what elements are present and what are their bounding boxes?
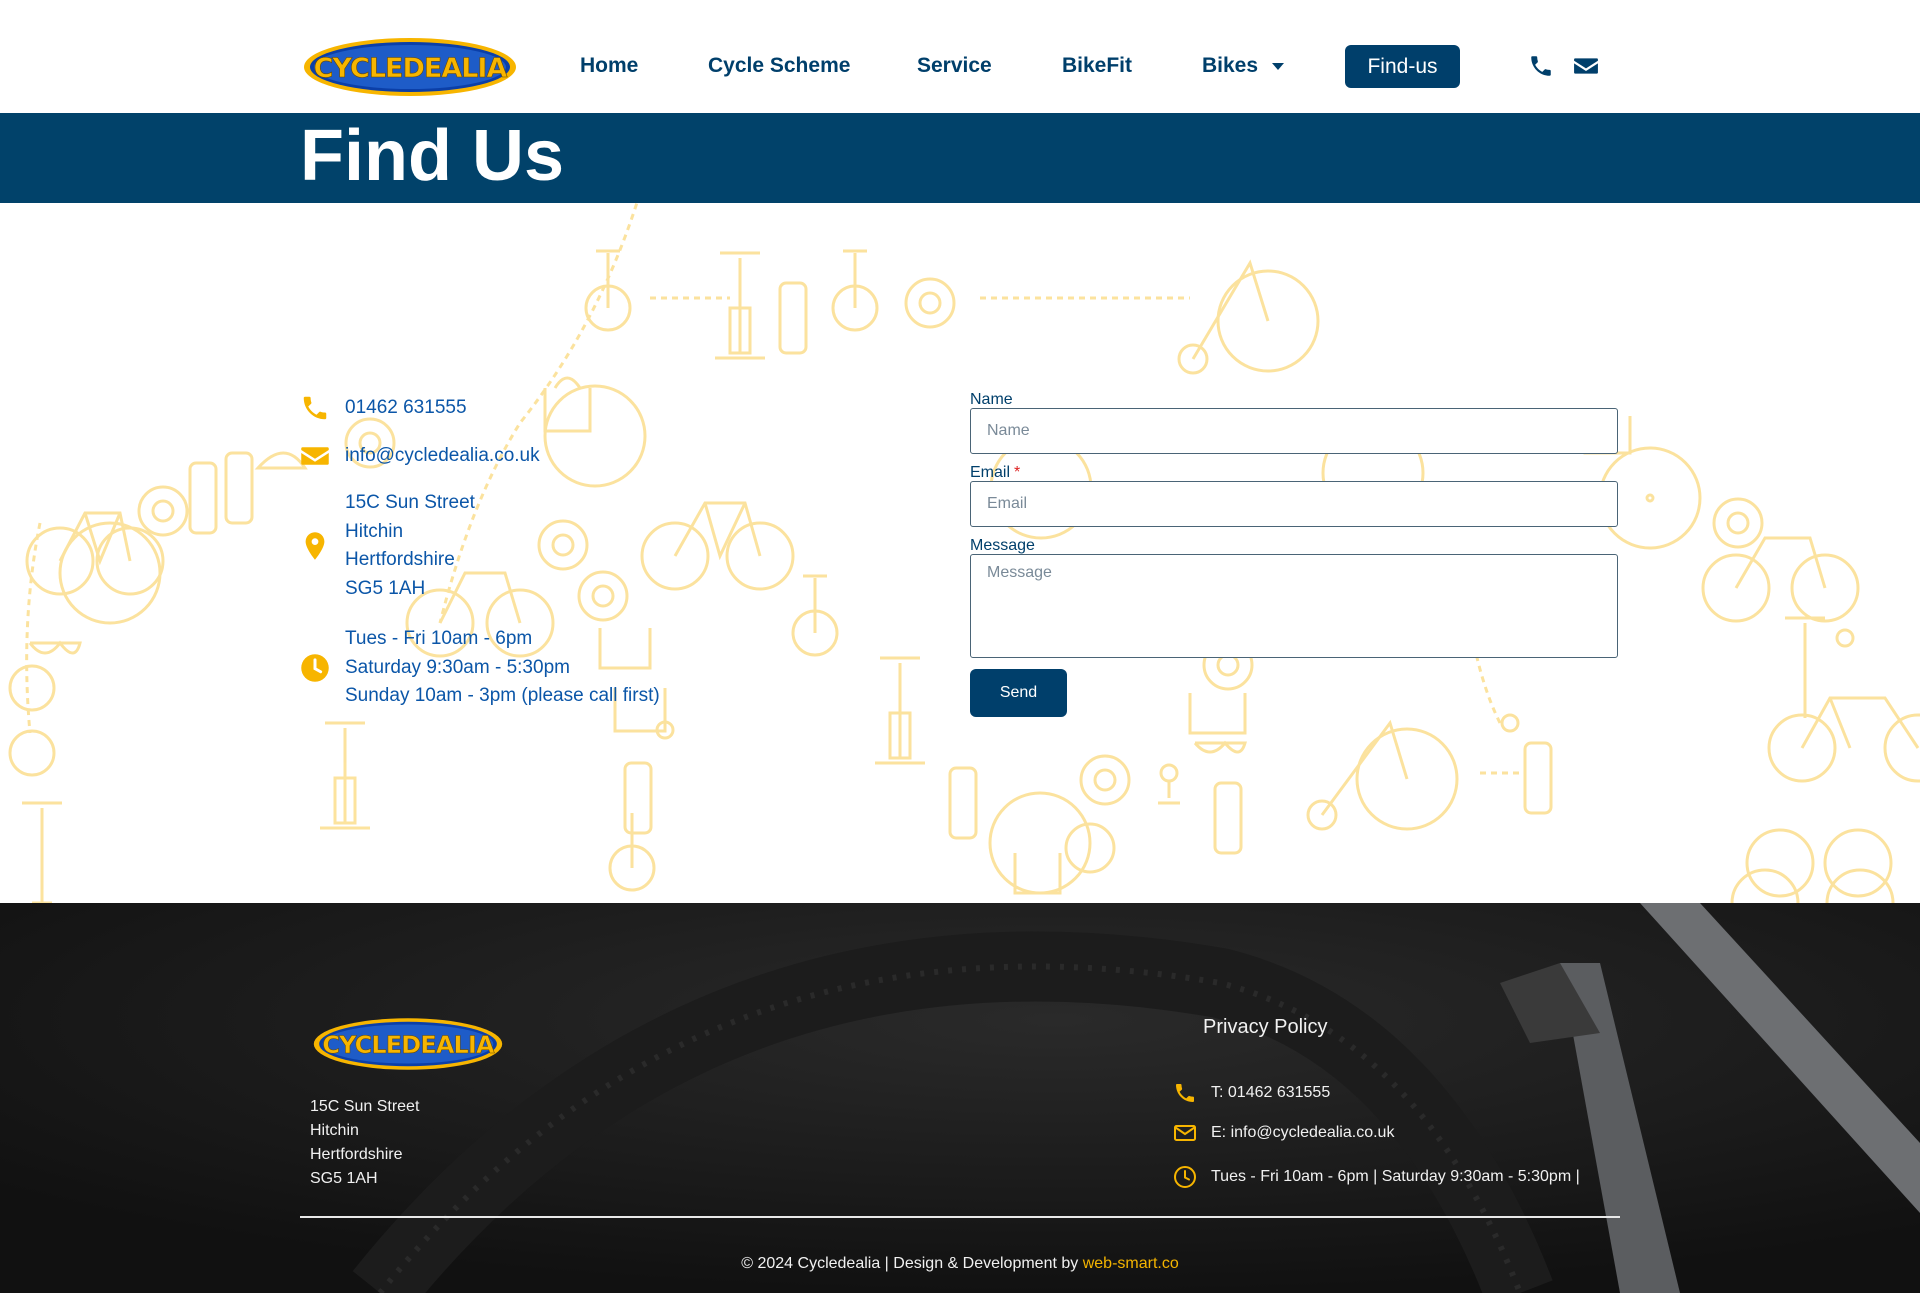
bike-photo-background	[0, 903, 1920, 1293]
copyright: © 2024 Cycledealia | Design & Developmen…	[0, 1255, 1920, 1273]
site-header: CYCLEDEALIA Home Cycle Scheme Service Bi…	[0, 0, 1920, 113]
chevron-down-icon	[1272, 62, 1285, 70]
nav-cycle-scheme[interactable]: Cycle Scheme	[708, 50, 850, 82]
address-line: Hertfordshire	[310, 1146, 403, 1163]
logo-text: CYCLEDEALIA	[322, 1031, 495, 1059]
envelope-icon[interactable]	[1573, 53, 1599, 79]
address-line: 15C Sun Street	[345, 492, 475, 513]
nav-bikes[interactable]: Bikes	[1202, 50, 1285, 82]
nav-service[interactable]: Service	[917, 50, 992, 82]
contact-phone-text[interactable]: 01462 631555	[345, 394, 467, 423]
footer-divider	[300, 1216, 1620, 1218]
required-mark: *	[1014, 464, 1021, 481]
find-us-section: 01462 631555 info@cycledealia.co.uk 15C …	[0, 203, 1920, 903]
footer-phone[interactable]: T: 01462 631555	[1173, 1081, 1330, 1105]
message-label: Message	[970, 537, 1035, 554]
contact-phone[interactable]: 01462 631555	[300, 393, 467, 423]
nav-bikes-label: Bikes	[1202, 54, 1259, 77]
logo-text: CYCLEDEALIA	[314, 53, 508, 84]
opening-hours-text: Tues - Fri 10am - 6pm Saturday 9:30am - …	[345, 625, 660, 711]
envelope-icon	[300, 441, 330, 471]
phone-icon[interactable]	[1528, 53, 1554, 79]
email-label: Email *	[970, 464, 1020, 482]
hours-line: Tues - Fri 10am - 6pm	[345, 628, 533, 649]
address-line: Hitchin	[310, 1122, 359, 1139]
send-button[interactable]: Send	[970, 669, 1067, 717]
footer-email[interactable]: E: info@cycledealia.co.uk	[1173, 1121, 1394, 1145]
email-field[interactable]: Email	[970, 481, 1618, 527]
footer-address: 15C Sun Street Hitchin Hertfordshire SG5…	[310, 1095, 419, 1191]
envelope-icon	[1173, 1121, 1197, 1145]
clock-icon	[300, 653, 330, 683]
message-field[interactable]: Message	[970, 554, 1618, 658]
cycledealia-logo[interactable]: CYCLEDEALIA	[302, 36, 518, 98]
address-line: Hitchin	[345, 520, 404, 542]
contact-email[interactable]: info@cycledealia.co.uk	[300, 441, 540, 471]
hours-line: Sunday 10am - 3pm (please call first)	[345, 685, 660, 706]
footer-hours: Tues - Fri 10am - 6pm | Saturday 9:30am …	[1173, 1165, 1580, 1189]
email-label-text: Email	[970, 464, 1011, 481]
contact-address-text: 15C Sun Street Hitchin Hertfordshire SG5…	[345, 489, 475, 603]
address-line: 15C Sun Street	[310, 1098, 420, 1115]
nav-bikefit[interactable]: BikeFit	[1062, 50, 1132, 82]
opening-hours: Tues - Fri 10am - 6pm Saturday 9:30am - …	[300, 625, 660, 711]
clock-icon	[1173, 1165, 1197, 1189]
nav-home[interactable]: Home	[580, 50, 638, 82]
footer-phone-text[interactable]: T: 01462 631555	[1211, 1084, 1330, 1102]
contact-address: 15C Sun Street Hitchin Hertfordshire SG5…	[300, 489, 475, 603]
name-field[interactable]: Name	[970, 408, 1618, 454]
phone-icon	[300, 393, 330, 423]
name-label: Name	[970, 391, 1013, 408]
page-title: Find Us	[300, 116, 564, 196]
developer-credit-link[interactable]: web-smart.co	[1083, 1255, 1179, 1272]
contact-email-text[interactable]: info@cycledealia.co.uk	[345, 442, 540, 471]
address-line: Hertfordshire	[345, 549, 455, 570]
map-pin-icon	[300, 531, 330, 561]
footer-hours-text: Tues - Fri 10am - 6pm | Saturday 9:30am …	[1211, 1168, 1580, 1185]
site-footer: CYCLEDEALIA 15C Sun Street Hitchin Hertf…	[0, 903, 1920, 1293]
phone-icon	[1173, 1081, 1197, 1105]
footer-logo[interactable]: CYCLEDEALIA	[312, 1016, 504, 1072]
bike-pattern-background	[8, 203, 1920, 903]
page-title-band: Find Us	[0, 113, 1920, 203]
address-line: SG5 1AH	[310, 1170, 378, 1187]
copyright-text: © 2024 Cycledealia | Design & Developmen…	[741, 1255, 1079, 1272]
address-line: SG5 1AH	[345, 577, 426, 599]
privacy-policy-link[interactable]: Privacy Policy	[1203, 1016, 1327, 1039]
hours-line: Saturday 9:30am - 5:30pm	[345, 656, 570, 678]
footer-email-text[interactable]: E: info@cycledealia.co.uk	[1211, 1124, 1394, 1142]
find-us-button[interactable]: Find-us	[1345, 45, 1460, 88]
